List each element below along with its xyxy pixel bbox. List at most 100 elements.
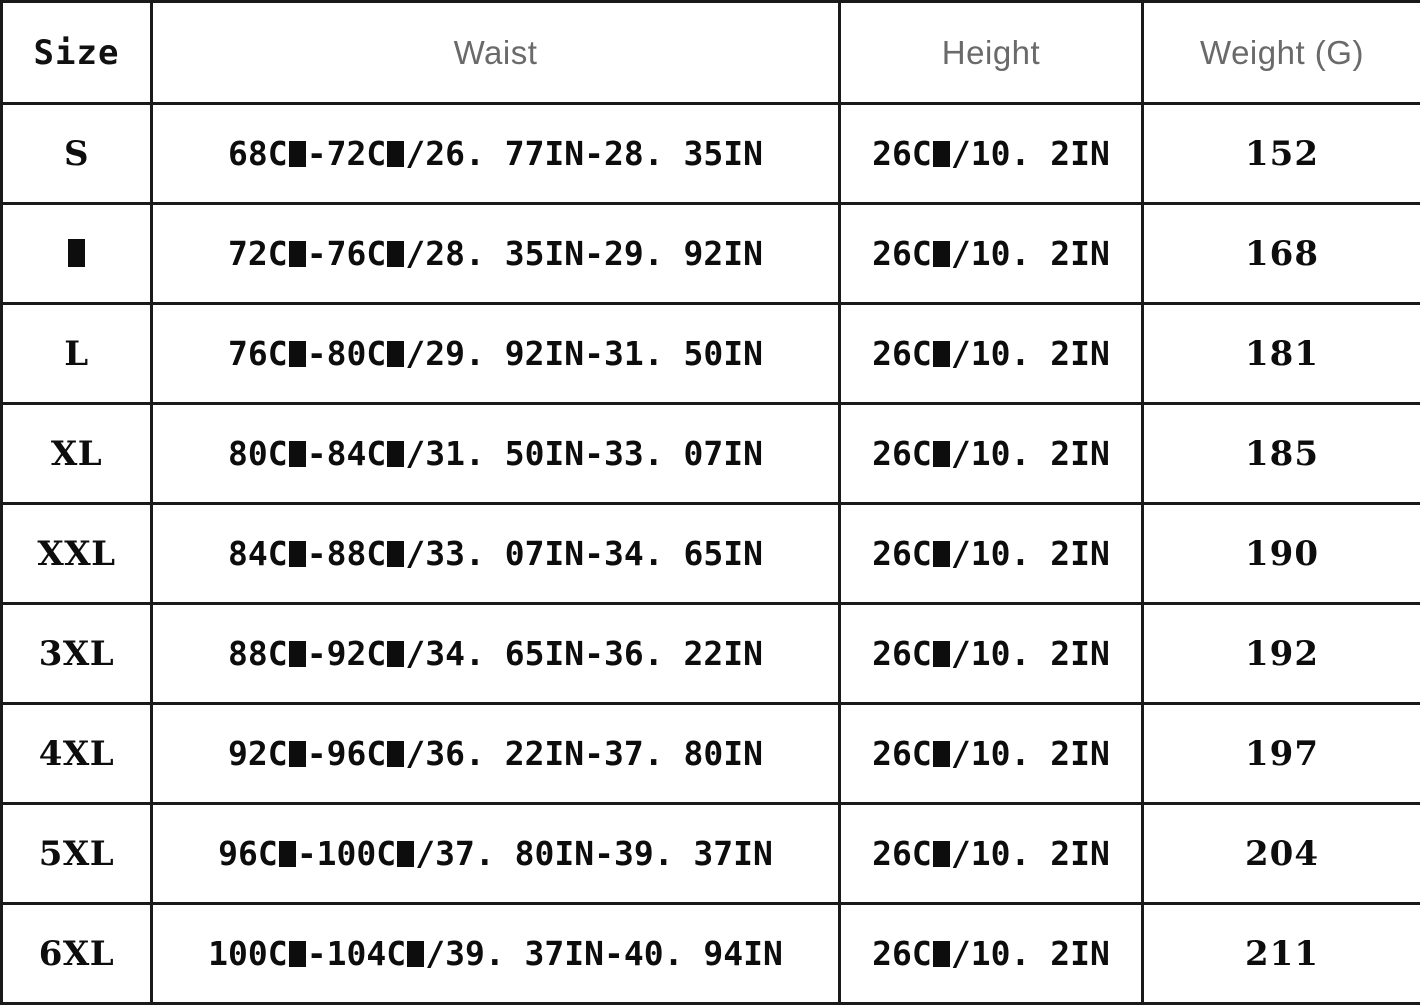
- height-inches: /10. 2IN: [951, 734, 1110, 773]
- missing-glyph-box-icon: [933, 641, 950, 667]
- cell-size: 4XL: [2, 704, 152, 804]
- missing-glyph-box-icon: [387, 241, 404, 267]
- weight-value: 152: [1245, 134, 1319, 174]
- height-cm: 26C: [872, 634, 932, 673]
- size-label: 3XL: [39, 634, 114, 674]
- waist-min-cm: 76C: [228, 334, 288, 373]
- cell-waist: 72C-76C/28. 35IN-29. 92IN: [152, 204, 840, 304]
- height-inches: /10. 2IN: [951, 934, 1110, 973]
- waist-inches: /34. 65IN-36. 22IN: [405, 634, 763, 673]
- cell-height: 26C/10. 2IN: [840, 304, 1143, 404]
- column-header-weight: Weight (G): [1143, 2, 1420, 104]
- height-cm: 26C: [872, 334, 932, 373]
- waist-min-cm: 68C: [228, 134, 288, 173]
- cell-waist: 100C-104C/39. 37IN-40. 94IN: [152, 904, 840, 1004]
- height-cm: 26C: [872, 234, 932, 273]
- cell-size: XL: [2, 404, 152, 504]
- cell-weight: 152: [1143, 104, 1420, 204]
- waist-inches: /33. 07IN-34. 65IN: [405, 534, 763, 573]
- weight-value: 168: [1245, 234, 1319, 274]
- size-label: XXL: [37, 534, 115, 574]
- missing-glyph-box-icon: [387, 341, 404, 367]
- weight-value: 181: [1245, 334, 1319, 374]
- missing-glyph-box-icon: [289, 941, 306, 967]
- height-inches: /10. 2IN: [951, 234, 1110, 273]
- cell-height: 26C/10. 2IN: [840, 904, 1143, 1004]
- table-row: 5XL96C-100C/37. 80IN-39. 37IN26C/10. 2IN…: [2, 804, 1420, 904]
- waist-max-cm: -96C: [307, 734, 386, 773]
- height-inches: /10. 2IN: [951, 334, 1110, 373]
- missing-glyph-box-icon: [933, 741, 950, 767]
- waist-min-cm: 96C: [218, 834, 278, 873]
- missing-glyph-box-icon: [387, 741, 404, 767]
- waist-min-cm: 92C: [228, 734, 288, 773]
- cell-height: 26C/10. 2IN: [840, 404, 1143, 504]
- waist-min-cm: 84C: [228, 534, 288, 573]
- missing-glyph-box-icon: [289, 141, 306, 167]
- weight-value: 190: [1245, 534, 1319, 574]
- height-cm: 26C: [872, 134, 932, 173]
- height-inches: /10. 2IN: [951, 634, 1110, 673]
- waist-min-cm: 88C: [228, 634, 288, 673]
- missing-glyph-box-icon: [289, 541, 306, 567]
- waist-max-cm: -104C: [307, 934, 406, 973]
- waist-inches: /28. 35IN-29. 92IN: [405, 234, 763, 273]
- height-inches: /10. 2IN: [951, 134, 1110, 173]
- column-header-waist: Waist: [152, 2, 840, 104]
- missing-glyph-box-icon: [407, 941, 424, 967]
- missing-glyph-box-icon: [933, 341, 950, 367]
- missing-glyph-box-icon: [933, 441, 950, 467]
- table-row: S68C-72C/26. 77IN-28. 35IN26C/10. 2IN152: [2, 104, 1420, 204]
- waist-max-cm: -76C: [307, 234, 386, 273]
- table-row: L76C-80C/29. 92IN-31. 50IN26C/10. 2IN181: [2, 304, 1420, 404]
- height-cm: 26C: [872, 734, 932, 773]
- waist-max-cm: -88C: [307, 534, 386, 573]
- weight-value: 185: [1245, 434, 1319, 474]
- weight-value: 192: [1245, 634, 1319, 674]
- table-header: Size Waist Height Weight (G): [2, 2, 1420, 104]
- size-label: 4XL: [39, 734, 114, 774]
- height-inches: /10. 2IN: [951, 434, 1110, 473]
- cell-weight: 185: [1143, 404, 1420, 504]
- missing-glyph-box-icon: [397, 841, 414, 867]
- waist-inches: /26. 77IN-28. 35IN: [405, 134, 763, 173]
- weight-value: 204: [1245, 834, 1319, 874]
- cell-waist: 88C-92C/34. 65IN-36. 22IN: [152, 604, 840, 704]
- cell-waist: 68C-72C/26. 77IN-28. 35IN: [152, 104, 840, 204]
- table-row: 4XL 92C -96C/36. 22IN-37. 80IN 26C/10. 2IN 1…: [2, 704, 1420, 804]
- weight-value: 197: [1245, 734, 1319, 774]
- cell-weight: 197: [1143, 704, 1420, 804]
- waist-max-cm: -84C: [307, 434, 386, 473]
- cell-weight: 192: [1143, 604, 1420, 704]
- missing-glyph-box-icon: [289, 341, 306, 367]
- waist-inches: /39. 37IN-40. 94IN: [425, 934, 783, 973]
- waist-inches: /36. 22IN-37. 80IN: [405, 734, 763, 773]
- size-label: L: [64, 334, 88, 374]
- height-inches: /10. 2IN: [951, 834, 1110, 873]
- missing-glyph-box-icon: [289, 441, 306, 467]
- size-label: 5XL: [39, 834, 114, 874]
- missing-glyph-box-icon: [68, 239, 86, 266]
- cell-weight: 211: [1143, 904, 1420, 1004]
- missing-glyph-box-icon: [933, 141, 950, 167]
- cell-height: 26C/10. 2IN: [840, 104, 1143, 204]
- table-body: S68C-72C/26. 77IN-28. 35IN26C/10. 2IN152…: [2, 104, 1420, 1004]
- missing-glyph-box-icon: [289, 241, 306, 267]
- height-cm: 26C: [872, 934, 932, 973]
- cell-height: 26C/10. 2IN: [840, 804, 1143, 904]
- weight-value: 211: [1245, 934, 1319, 974]
- column-header-height: Height: [840, 2, 1143, 104]
- missing-glyph-box-icon: [387, 641, 404, 667]
- cell-size: XXL: [2, 504, 152, 604]
- missing-glyph-box-icon: [933, 941, 950, 967]
- cell-height: 26C/10. 2IN: [840, 604, 1143, 704]
- cell-size: L: [2, 304, 152, 404]
- cell-size: 6XL: [2, 904, 152, 1004]
- missing-glyph-box-icon: [289, 641, 306, 667]
- missing-glyph-box-icon: [387, 441, 404, 467]
- size-label: XL: [51, 434, 102, 474]
- header-row: Size Waist Height Weight (G): [2, 2, 1420, 104]
- height-cm: 26C: [872, 834, 932, 873]
- cell-waist: 84C -88C/33. 07IN-34. 65IN: [152, 504, 840, 604]
- missing-glyph-box-icon: [933, 541, 950, 567]
